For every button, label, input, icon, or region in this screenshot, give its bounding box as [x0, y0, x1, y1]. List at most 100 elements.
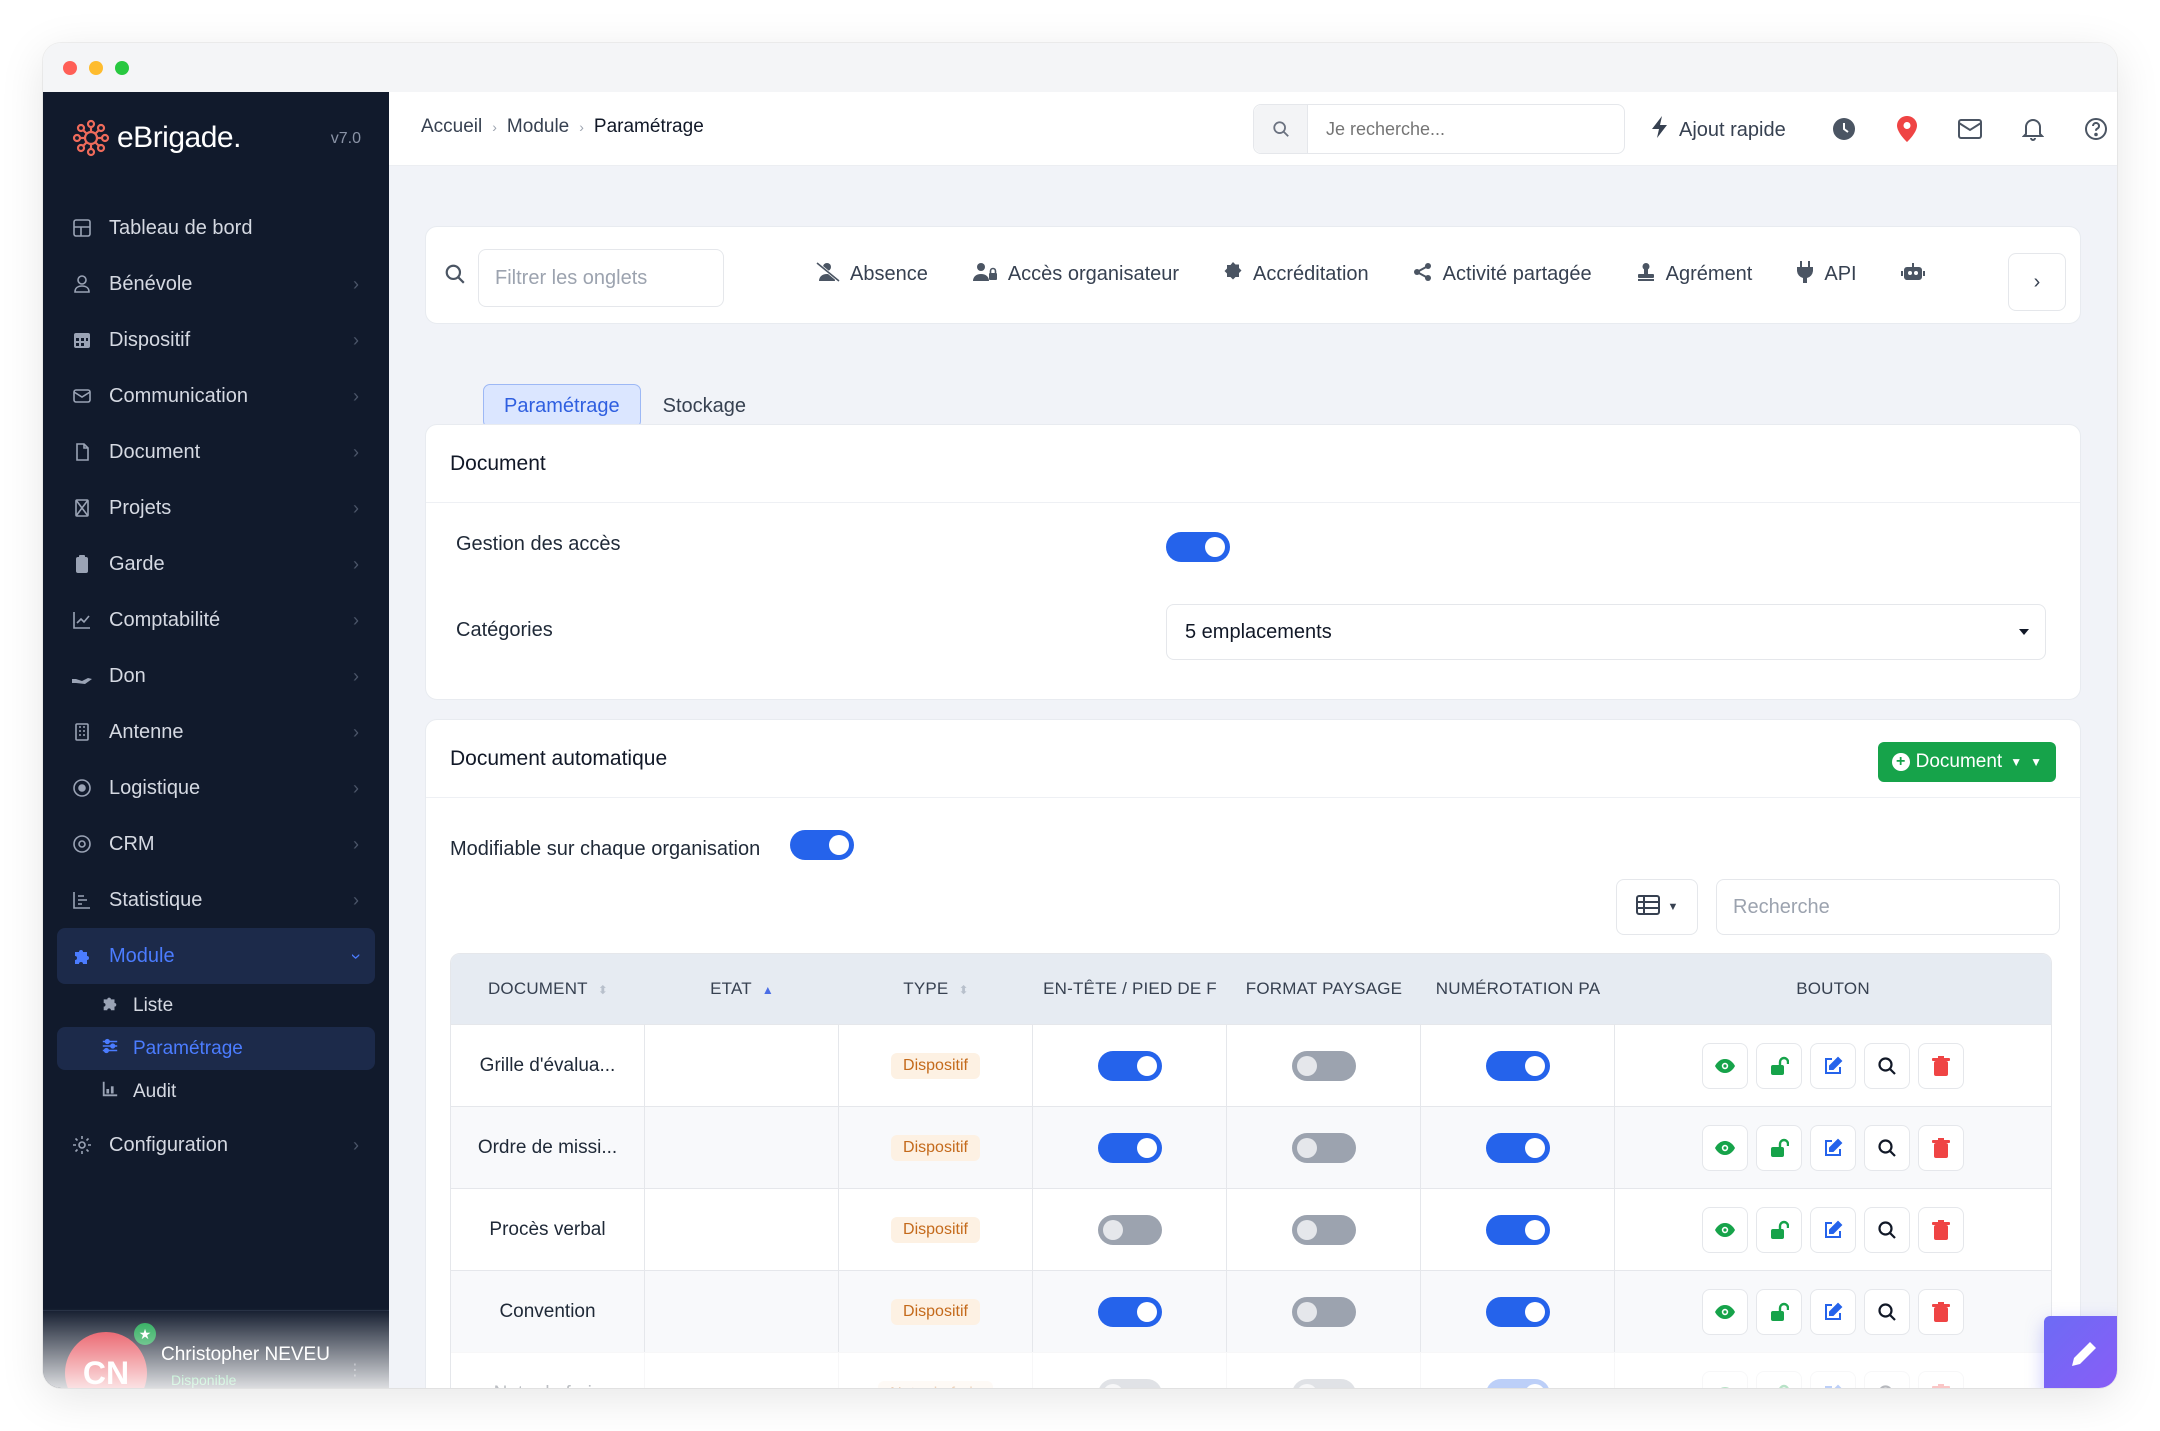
numbering-toggle[interactable]: [1485, 1132, 1550, 1163]
landscape-toggle[interactable]: [1291, 1296, 1356, 1327]
sidebar-item-statistique[interactable]: Statistique ›: [57, 872, 375, 928]
maximize-window-button[interactable]: [115, 61, 129, 75]
tab-acces-organisateur[interactable]: Accès organisateur: [972, 261, 1179, 288]
header-footer-toggle[interactable]: [1097, 1378, 1162, 1388]
delete-button[interactable]: [1918, 1370, 1964, 1388]
document-cell[interactable]: Note de frais: [451, 1352, 645, 1388]
subtab-parametrage[interactable]: Paramétrage: [483, 384, 641, 428]
landscape-toggle[interactable]: [1291, 1132, 1356, 1163]
breadcrumb-accueil[interactable]: Accueil: [421, 116, 482, 138]
header-footer-toggle[interactable]: [1097, 1050, 1162, 1081]
sidebar-item-projets[interactable]: Projets ›: [57, 480, 375, 536]
floating-edit-button[interactable]: [2044, 1316, 2117, 1388]
column-picker-button[interactable]: ▼: [1616, 879, 1698, 935]
sidebar-item-comptabilite[interactable]: Comptabilité ›: [57, 592, 375, 648]
add-document-button[interactable]: + Document ▼ ▼: [1877, 742, 2056, 782]
preview-button[interactable]: [1864, 1288, 1910, 1335]
permissions-button[interactable]: [1756, 1288, 1802, 1335]
document-cell[interactable]: Grille d'évalua...: [451, 1024, 645, 1106]
kebab-menu-icon[interactable]: ⋮: [347, 1360, 363, 1380]
numbering-toggle[interactable]: [1485, 1296, 1550, 1327]
sidebar-item-logistique[interactable]: Logistique ›: [57, 760, 375, 816]
dropdown-toggle-icon[interactable]: ▼: [2030, 755, 2042, 769]
tab-api[interactable]: API: [1796, 261, 1857, 288]
preview-button[interactable]: [1864, 1206, 1910, 1253]
landscape-toggle[interactable]: [1291, 1378, 1356, 1388]
header-footer-toggle[interactable]: [1097, 1214, 1162, 1245]
landscape-toggle[interactable]: [1291, 1214, 1356, 1245]
sidebar-item-antenne[interactable]: Antenne ›: [57, 704, 375, 760]
document-cell[interactable]: Ordre de missi...: [451, 1106, 645, 1188]
preview-button[interactable]: [1864, 1124, 1910, 1171]
sidebar-item-tableau-de-bord[interactable]: Tableau de bord: [57, 200, 375, 256]
numbering-toggle[interactable]: [1485, 1050, 1550, 1081]
permissions-button[interactable]: [1756, 1370, 1802, 1388]
location-pin-icon[interactable]: [1892, 114, 1922, 144]
sidebar-subitem-parametrage[interactable]: Paramétrage: [57, 1027, 375, 1070]
quick-add-button[interactable]: Ajout rapide: [1651, 116, 1786, 144]
global-search-input[interactable]: [1308, 105, 1624, 153]
header-footer-toggle[interactable]: [1097, 1132, 1162, 1163]
column-landscape[interactable]: Format paysage: [1227, 954, 1421, 1024]
sidebar-subitem-audit[interactable]: Audit: [57, 1070, 375, 1113]
minimize-window-button[interactable]: [89, 61, 103, 75]
close-window-button[interactable]: [63, 61, 77, 75]
column-numbering[interactable]: Numérotation pa: [1421, 954, 1615, 1024]
edit-button[interactable]: [1810, 1042, 1856, 1089]
tab-absence[interactable]: Absence: [816, 261, 928, 288]
view-button[interactable]: [1702, 1124, 1748, 1171]
subtab-stockage[interactable]: Stockage: [643, 384, 766, 428]
delete-button[interactable]: [1918, 1288, 1964, 1335]
tabs-next-button[interactable]: ›: [2008, 253, 2066, 311]
landscape-toggle[interactable]: [1291, 1050, 1356, 1081]
permissions-button[interactable]: [1756, 1206, 1802, 1253]
preview-button[interactable]: [1864, 1370, 1910, 1388]
bell-icon[interactable]: [2018, 114, 2048, 144]
preview-button[interactable]: [1864, 1042, 1910, 1089]
numbering-toggle[interactable]: [1485, 1378, 1550, 1388]
header-footer-toggle[interactable]: [1097, 1296, 1162, 1327]
mail-icon[interactable]: [1955, 114, 1985, 144]
delete-button[interactable]: [1918, 1042, 1964, 1089]
clock-icon[interactable]: [1829, 114, 1859, 144]
sidebar-item-garde[interactable]: Garde ›: [57, 536, 375, 592]
user-card[interactable]: CN ★ Christopher NEVEU Disponible ⋮: [65, 1320, 375, 1388]
sidebar-item-don[interactable]: Don ›: [57, 648, 375, 704]
help-icon[interactable]: [2081, 114, 2111, 144]
sidebar-subitem-liste[interactable]: Liste: [57, 984, 375, 1027]
tab-robot[interactable]: [1900, 261, 1935, 288]
sidebar-item-module[interactable]: Module ›: [57, 928, 375, 984]
sidebar-item-communication[interactable]: Communication ›: [57, 368, 375, 424]
brand-logo[interactable]: eBrigade.: [71, 116, 241, 160]
column-header-footer[interactable]: En-tête / pied de f: [1033, 954, 1227, 1024]
document-cell[interactable]: Convention: [451, 1270, 645, 1352]
delete-button[interactable]: [1918, 1124, 1964, 1171]
permissions-button[interactable]: [1756, 1042, 1802, 1089]
tab-accreditation[interactable]: Accréditation: [1223, 261, 1369, 288]
tab-agrement[interactable]: Agrément: [1636, 261, 1752, 288]
permissions-button[interactable]: [1756, 1124, 1802, 1171]
sidebar-item-dispositif[interactable]: Dispositif ›: [57, 312, 375, 368]
view-button[interactable]: [1702, 1370, 1748, 1388]
modifiable-toggle[interactable]: [790, 830, 854, 860]
edit-button[interactable]: [1810, 1370, 1856, 1388]
edit-button[interactable]: [1810, 1288, 1856, 1335]
access-management-toggle[interactable]: [1166, 532, 1230, 562]
column-type[interactable]: Type ⬍: [839, 954, 1033, 1024]
document-cell[interactable]: Procès verbal: [451, 1188, 645, 1270]
categories-select[interactable]: 5 emplacements: [1166, 604, 2046, 660]
tab-activite-partagee[interactable]: Activité partagée: [1413, 261, 1592, 288]
breadcrumb-module[interactable]: Module: [507, 116, 569, 138]
edit-button[interactable]: [1810, 1206, 1856, 1253]
sidebar-item-crm[interactable]: CRM ›: [57, 816, 375, 872]
column-etat[interactable]: Etat ▲: [645, 954, 839, 1024]
edit-button[interactable]: [1810, 1124, 1856, 1171]
sidebar-item-document[interactable]: Document ›: [57, 424, 375, 480]
delete-button[interactable]: [1918, 1206, 1964, 1253]
view-button[interactable]: [1702, 1206, 1748, 1253]
table-search-input[interactable]: [1716, 879, 2060, 935]
column-document[interactable]: Document ⬍: [451, 954, 645, 1024]
sidebar-item-benevole[interactable]: Bénévole ›: [57, 256, 375, 312]
numbering-toggle[interactable]: [1485, 1214, 1550, 1245]
view-button[interactable]: [1702, 1042, 1748, 1089]
